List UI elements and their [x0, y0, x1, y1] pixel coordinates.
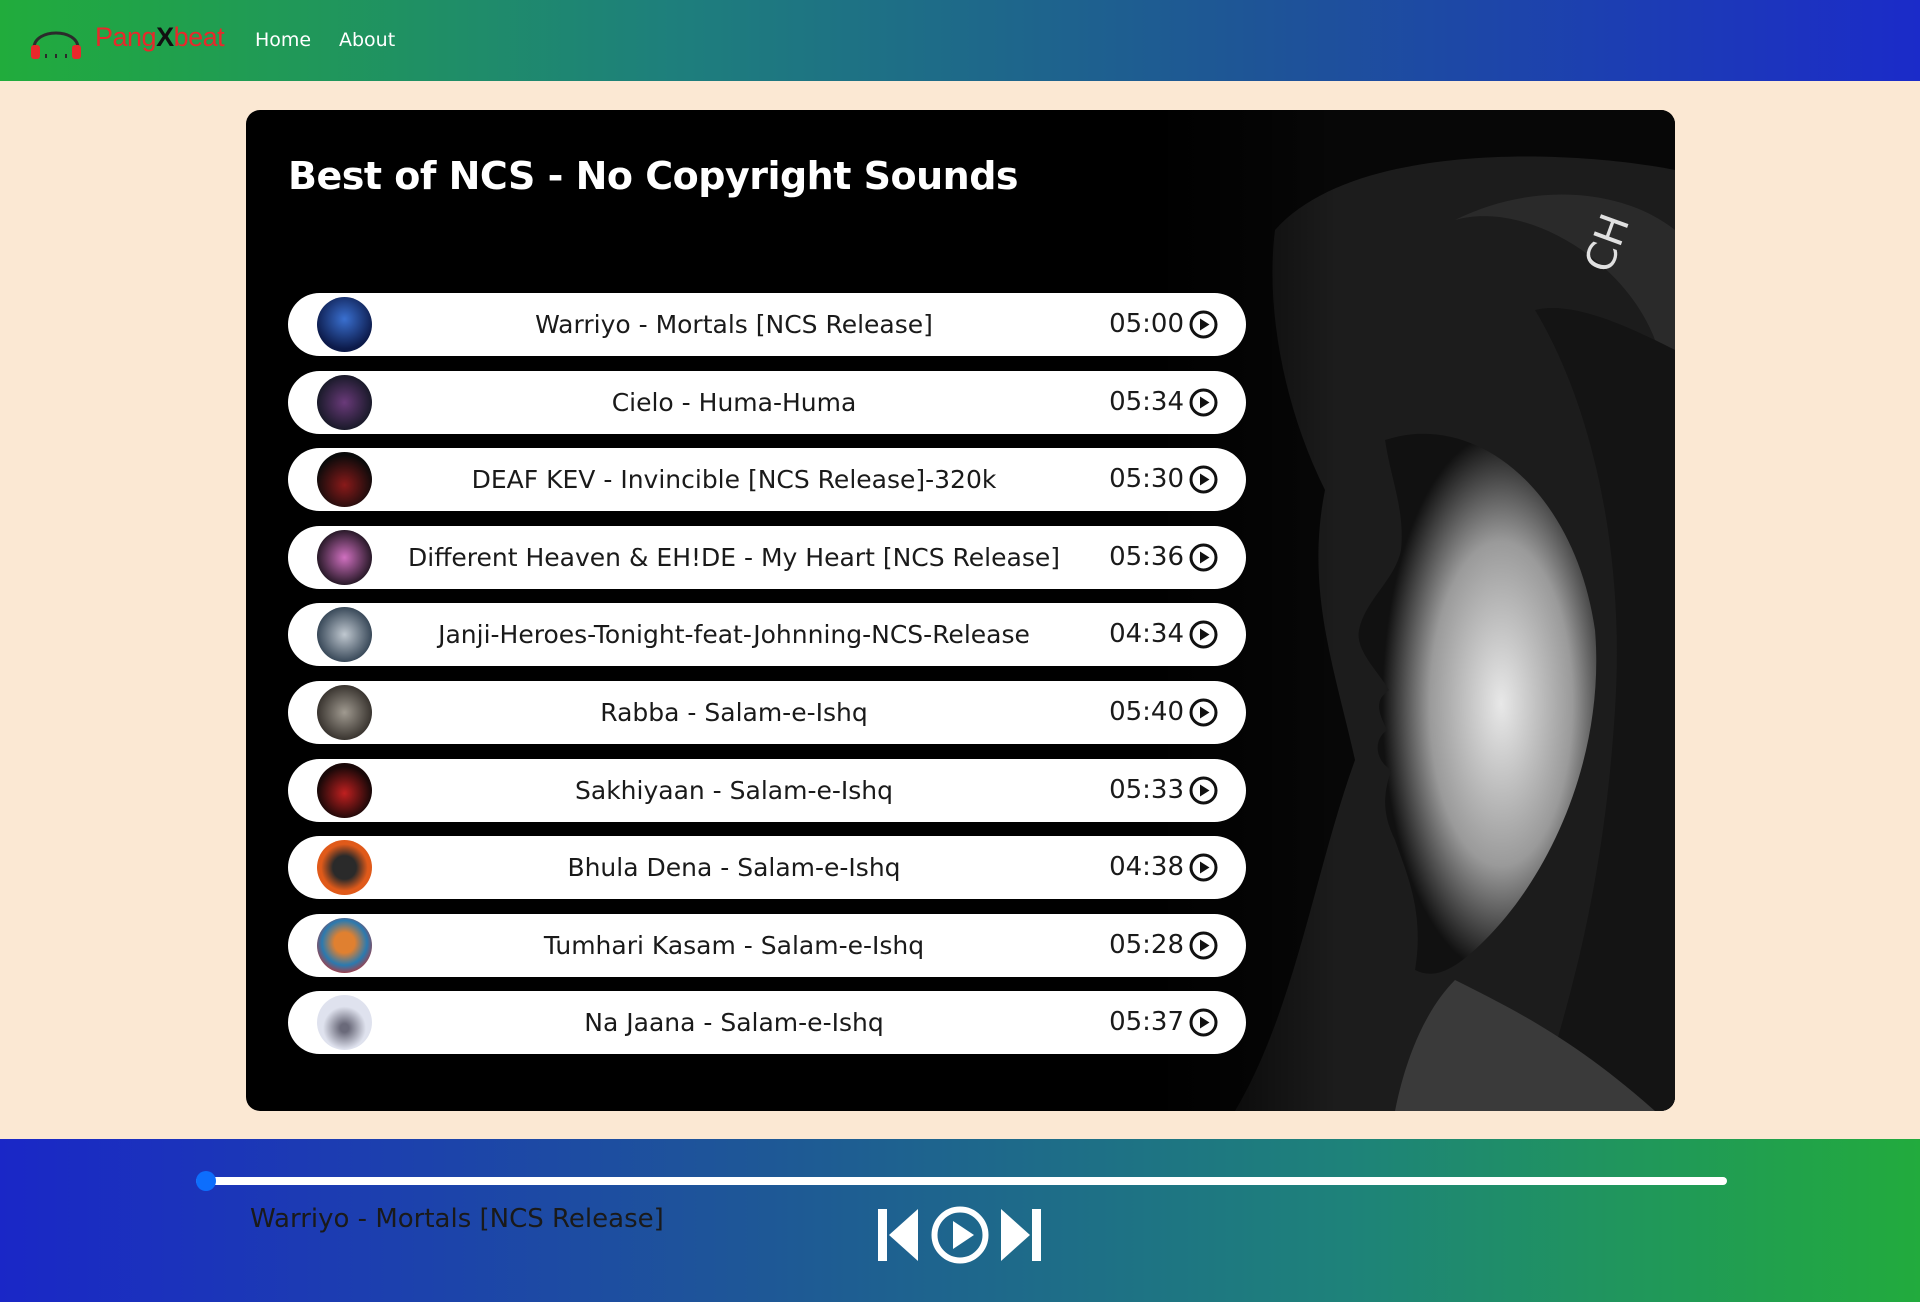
song-row[interactable]: Cielo - Huma-Huma 05:34	[288, 370, 1246, 434]
song-duration: 05:33	[1109, 774, 1184, 805]
nav-link-home[interactable]: Home	[255, 29, 311, 51]
song-duration: 05:00	[1109, 309, 1184, 339]
song-row[interactable]: Na Jaana - Salam-e-Ishq 05:37	[288, 991, 1246, 1055]
progress-bar[interactable]	[196, 1171, 1727, 1191]
play-circle-icon[interactable]	[1189, 1008, 1218, 1037]
song-duration: 05:37	[1109, 1007, 1184, 1038]
progress-handle[interactable]	[196, 1171, 216, 1191]
song-cover-image	[317, 917, 372, 973]
song-title: Different Heaven & EH!DE - My Heart [NCS…	[408, 542, 1060, 572]
song-duration: 05:30	[1109, 464, 1184, 495]
brand-part-1: Pang	[95, 22, 157, 52]
brand-logo-text[interactable]: PangXbeat	[95, 22, 225, 53]
song-title: DEAF KEV - Invincible [NCS Release]-320k	[471, 465, 997, 495]
play-circle-icon[interactable]	[1189, 465, 1218, 494]
song-duration: 05:34	[1109, 386, 1184, 417]
song-duration: 04:34	[1109, 619, 1184, 650]
song-cover-image	[317, 840, 372, 896]
song-list: Warriyo - Mortals [NCS Release] 05:00 Ci…	[288, 293, 1246, 1069]
play-circle-icon[interactable]	[1189, 310, 1218, 339]
skip-forward-icon[interactable]	[1001, 1207, 1041, 1263]
song-duration: 04:38	[1109, 852, 1184, 883]
play-circle-icon[interactable]	[1189, 543, 1218, 572]
song-cover-image	[317, 452, 372, 508]
brand-part-3: beat	[173, 22, 225, 52]
song-title: Na Jaana - Salam-e-Ishq	[584, 1008, 884, 1038]
song-row[interactable]: Different Heaven & EH!DE - My Heart [NCS…	[288, 525, 1246, 589]
brand-part-2: X	[156, 22, 174, 52]
song-row[interactable]: Janji-Heroes-Tonight-feat-Johnning-NCS-R…	[288, 603, 1246, 667]
play-circle-icon[interactable]	[1189, 931, 1218, 960]
song-cover-image	[317, 684, 372, 740]
song-title: Tumhari Kasam - Salam-e-Ishq	[543, 930, 925, 960]
play-circle-icon[interactable]	[930, 1205, 990, 1265]
song-title: Rabba - Salam-e-Ishq	[600, 697, 868, 727]
headphones-logo-icon[interactable]	[28, 18, 84, 62]
play-circle-icon[interactable]	[1189, 388, 1218, 417]
navbar: PangXbeat Home About	[0, 0, 1920, 81]
song-cover-image	[317, 607, 372, 663]
song-title: Bhula Dena - Salam-e-Ishq	[567, 853, 901, 883]
song-cover-image	[317, 374, 372, 430]
song-row[interactable]: Tumhari Kasam - Salam-e-Ishq 05:28	[288, 913, 1246, 977]
now-playing-title: Warriyo - Mortals [NCS Release]	[250, 1204, 664, 1234]
song-row[interactable]: Rabba - Salam-e-Ishq 05:40	[288, 680, 1246, 744]
song-cover-image	[317, 995, 372, 1051]
song-duration: 05:36	[1109, 541, 1184, 572]
song-row[interactable]: Sakhiyaan - Salam-e-Ishq 05:33	[288, 758, 1246, 822]
song-title: Warriyo - Mortals [NCS Release]	[535, 310, 933, 339]
skip-back-icon[interactable]	[878, 1207, 918, 1263]
play-circle-icon[interactable]	[1189, 698, 1218, 727]
play-circle-icon[interactable]	[1189, 620, 1218, 649]
song-duration: 05:40	[1109, 696, 1184, 727]
play-circle-icon[interactable]	[1189, 776, 1218, 805]
playlist-title: Best of NCS - No Copyright Sounds	[288, 154, 1019, 198]
song-duration: 05:28	[1109, 929, 1184, 960]
song-cover-image	[317, 297, 372, 352]
song-row[interactable]: Bhula Dena - Salam-e-Ishq 04:38	[288, 836, 1246, 900]
nav-link-about[interactable]: About	[339, 29, 395, 51]
song-title: Janji-Heroes-Tonight-feat-Johnning-NCS-R…	[438, 620, 1030, 650]
song-cover-image	[317, 762, 372, 818]
song-row[interactable]: Warriyo - Mortals [NCS Release] 05:00	[288, 293, 1246, 356]
song-title: Sakhiyaan - Salam-e-Ishq	[575, 775, 893, 805]
playlist-card: CH Best of NCS - No Copyright Sounds War…	[246, 110, 1675, 1111]
song-title: Cielo - Huma-Huma	[611, 387, 857, 417]
song-cover-image	[317, 529, 372, 585]
song-row[interactable]: DEAF KEV - Invincible [NCS Release]-320k…	[288, 448, 1246, 512]
play-circle-icon[interactable]	[1189, 853, 1218, 882]
